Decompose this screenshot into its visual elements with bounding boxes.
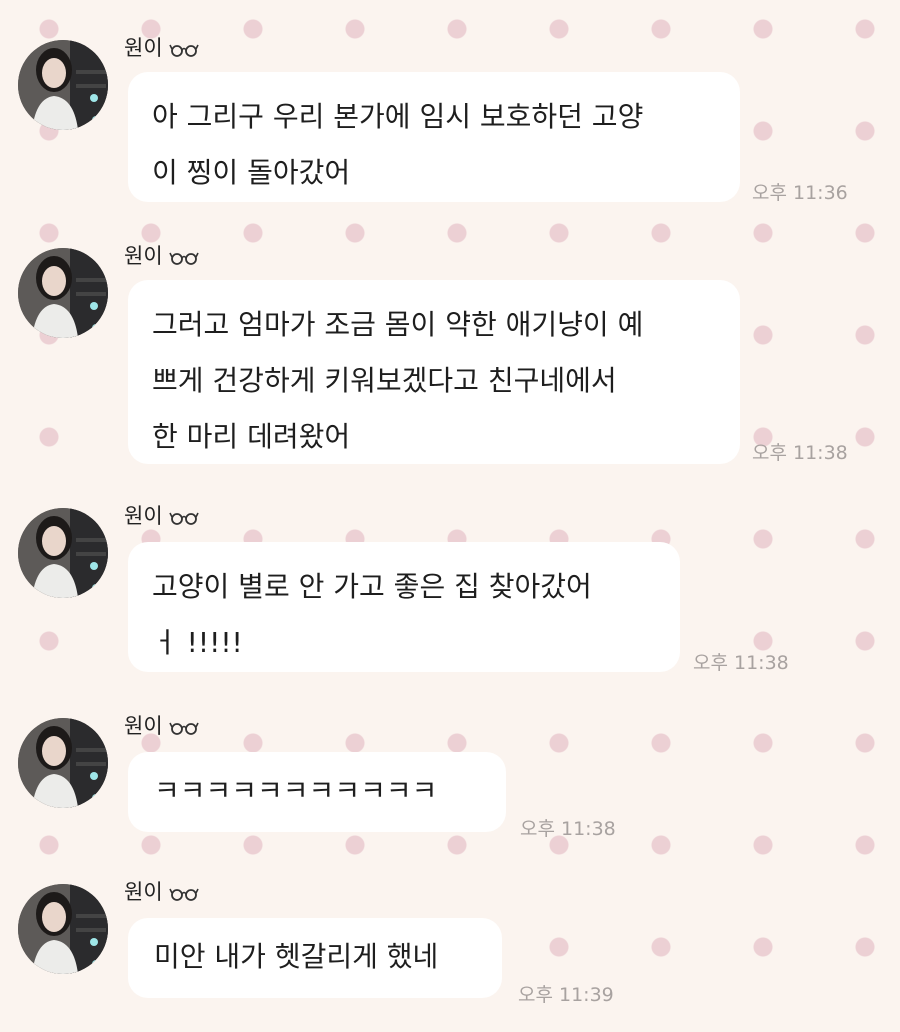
- sender-name: 원이: [124, 36, 163, 60]
- message-bubble[interactable]: 아 그리구 우리 본가에 임시 보호하던 고양 이 찡이 돌아갔어: [128, 72, 740, 202]
- avatar[interactable]: [18, 248, 108, 338]
- sender-name-row: 원이: [124, 240, 199, 270]
- glasses-icon: [168, 717, 199, 735]
- message-time: 오후 11:38: [693, 652, 789, 674]
- sender-name-row: 원이: [124, 710, 199, 740]
- avatar[interactable]: [18, 718, 108, 808]
- message-bubble[interactable]: 그러고 엄마가 조금 몸이 약한 애기냥이 예 쁘게 건강하게 키워보겠다고 친…: [128, 280, 740, 464]
- message-time: 오후 11:38: [752, 442, 848, 464]
- sender-name-row: 원이: [124, 32, 199, 62]
- message-bubble[interactable]: 고양이 별로 안 가고 좋은 집 찾아갔어 ㅓ !!!!!: [128, 542, 680, 672]
- sender-name: 원이: [124, 714, 163, 738]
- glasses-icon: [168, 507, 199, 525]
- sender-name: 원이: [124, 504, 163, 528]
- avatar[interactable]: [18, 508, 108, 598]
- message-time: 오후 11:39: [518, 984, 614, 1006]
- sender-name-row: 원이: [124, 876, 199, 906]
- sender-name: 원이: [124, 244, 163, 268]
- message-bubble[interactable]: 미안 내가 헷갈리게 했네: [128, 918, 502, 998]
- glasses-icon: [168, 39, 199, 57]
- sender-name-row: 원이: [124, 500, 199, 530]
- message-bubble[interactable]: ㅋㅋㅋㅋㅋㅋㅋㅋㅋㅋㅋ: [128, 752, 506, 832]
- message-time: 오후 11:38: [520, 818, 616, 840]
- sender-name: 원이: [124, 880, 163, 904]
- glasses-icon: [168, 247, 199, 265]
- chat-area: 원이 아 그리구 우리 본가에 임시 보호하던 고양 이 찡이 돌아갔어 오후 …: [0, 0, 900, 1032]
- avatar[interactable]: [18, 884, 108, 974]
- glasses-icon: [168, 883, 199, 901]
- avatar[interactable]: [18, 40, 108, 130]
- message-time: 오후 11:36: [752, 182, 848, 204]
